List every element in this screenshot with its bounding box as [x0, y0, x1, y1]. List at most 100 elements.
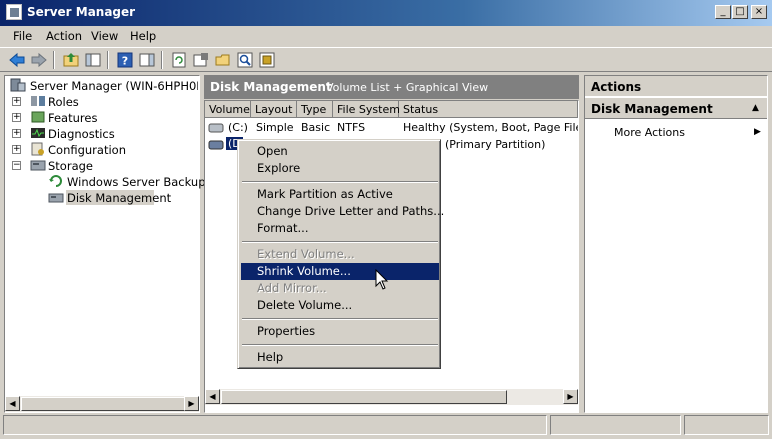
- server-manager-app-icon: [6, 4, 22, 20]
- collapse-arrow-icon[interactable]: ▲: [752, 103, 759, 113]
- window-title: Server Manager: [27, 5, 136, 19]
- drive-icon: [208, 140, 224, 150]
- center-header: Disk Management Volume List + Graphical …: [204, 75, 579, 99]
- storage-icon: [30, 160, 46, 171]
- open-folder-icon[interactable]: [214, 51, 232, 69]
- toolbar: ?: [0, 47, 772, 72]
- actions-header: Actions: [585, 76, 767, 96]
- up-folder-icon[interactable]: [62, 51, 80, 69]
- layout-cell: Simple: [256, 121, 294, 134]
- menu-separator: [242, 181, 438, 183]
- menu-item-explore[interactable]: Explore: [241, 160, 439, 177]
- refresh-icon[interactable]: [170, 51, 188, 69]
- menu-item-add-mirror[interactable]: Add Mirror...: [241, 280, 439, 297]
- menu-action[interactable]: Action: [46, 29, 82, 43]
- show-hide-tree-icon[interactable]: [84, 51, 102, 69]
- status-cell-main: [3, 415, 547, 435]
- actions-pane: Actions Disk Management ▲ More Actions ▶: [584, 75, 768, 413]
- center-title: Disk Management: [210, 80, 332, 94]
- status-cell-secondary: [550, 415, 681, 435]
- tree-item-features[interactable]: Features: [48, 111, 97, 125]
- roles-icon: [31, 96, 45, 106]
- volume-cell: (C:): [228, 121, 248, 134]
- column-header-file-system[interactable]: File System: [333, 101, 400, 118]
- submenu-arrow-icon: ▶: [754, 127, 761, 137]
- disk-management-icon: [48, 193, 64, 203]
- menu-item-open[interactable]: Open: [241, 143, 439, 160]
- scroll-right-button[interactable]: ▶: [184, 396, 199, 411]
- scroll-left-button[interactable]: ◀: [5, 396, 20, 411]
- type-cell: Basic: [301, 121, 331, 134]
- column-header-status[interactable]: Status: [399, 101, 578, 118]
- tree-item-roles[interactable]: Roles: [48, 95, 79, 109]
- menu-item-properties[interactable]: Properties: [241, 323, 439, 340]
- toolbar-separator: [161, 51, 163, 69]
- expander-storage[interactable]: −: [12, 161, 21, 170]
- center-subtitle: Volume List + Graphical View: [326, 81, 489, 94]
- expander-configuration[interactable]: +: [12, 145, 21, 154]
- drive-icon: [208, 123, 224, 133]
- help-icon[interactable]: ?: [116, 51, 134, 69]
- menu-file[interactable]: File: [13, 29, 32, 43]
- column-header-type[interactable]: Type: [297, 101, 333, 118]
- toolbar-separator: [107, 51, 109, 69]
- configuration-icon: [31, 142, 44, 156]
- menu-item-change-drive-letter[interactable]: Change Drive Letter and Paths...: [241, 203, 444, 220]
- column-header-layout[interactable]: Layout: [251, 101, 297, 118]
- actions-section-header[interactable]: Disk Management ▲: [585, 97, 767, 119]
- expander-diagnostics[interactable]: +: [12, 129, 21, 138]
- title-bar[interactable]: Server Manager _ □ ×: [0, 0, 772, 26]
- scroll-thumb[interactable]: [221, 390, 507, 404]
- actions-section-title: Disk Management: [591, 102, 713, 116]
- search-icon[interactable]: [236, 51, 254, 69]
- scroll-left-button[interactable]: ◀: [205, 389, 220, 404]
- menu-item-mark-partition-active[interactable]: Mark Partition as Active: [241, 186, 439, 203]
- tree-item-storage[interactable]: Storage: [48, 159, 93, 173]
- minimize-button[interactable]: _: [715, 5, 731, 19]
- tree-item-configuration[interactable]: Configuration: [48, 143, 126, 157]
- tree-item-diagnostics[interactable]: Diagnostics: [48, 127, 115, 141]
- tree-item-disk-management[interactable]: Disk Management: [67, 191, 171, 205]
- properties-icon[interactable]: [192, 51, 210, 69]
- back-icon[interactable]: [8, 51, 26, 69]
- context-menu: Open Explore Mark Partition as Active Ch…: [237, 139, 444, 369]
- menu-help[interactable]: Help: [130, 29, 156, 43]
- column-header-volume[interactable]: Volume: [205, 101, 251, 118]
- features-icon: [31, 111, 45, 123]
- status-cell-tertiary: [684, 415, 769, 435]
- show-hide-action-pane-icon[interactable]: [138, 51, 156, 69]
- settings-icon[interactable]: [258, 51, 276, 69]
- diagnostics-icon: [31, 128, 45, 138]
- menu-item-format[interactable]: Format...: [241, 220, 439, 237]
- table-row[interactable]: (C:) Simple Basic NTFS Healthy (System, …: [205, 120, 578, 136]
- forward-icon[interactable]: [30, 51, 48, 69]
- menu-separator: [242, 241, 438, 243]
- expander-features[interactable]: +: [12, 113, 21, 122]
- scroll-right-button[interactable]: ▶: [563, 389, 578, 404]
- tree-horizontal-scrollbar[interactable]: ◀ ▶: [5, 396, 199, 412]
- menu-item-extend-volume[interactable]: Extend Volume...: [241, 246, 439, 263]
- volume-list-horizontal-scrollbar[interactable]: ◀ ▶: [205, 389, 578, 405]
- menu-separator: [242, 318, 438, 320]
- file-system-cell: NTFS: [337, 121, 366, 134]
- tree-item-windows-server-backup[interactable]: Windows Server Backup: [67, 175, 206, 189]
- expander-roles[interactable]: +: [12, 97, 21, 106]
- status-cell: (Primary Partition): [445, 138, 546, 151]
- server-manager-icon: [10, 78, 26, 92]
- action-more-actions[interactable]: More Actions: [614, 126, 685, 139]
- toolbar-separator: [53, 51, 55, 69]
- status-cell: Healthy (System, Boot, Page File, Ac: [403, 121, 578, 134]
- menu-item-help[interactable]: Help: [241, 349, 439, 366]
- tree-root-server-manager[interactable]: Server Manager (WIN-6HPH0F5GN: [30, 79, 198, 93]
- menu-bar: File Action View Help: [0, 26, 772, 46]
- svg-text:?: ?: [122, 55, 128, 68]
- mouse-cursor-icon: [375, 269, 389, 290]
- maximize-button[interactable]: □: [732, 5, 748, 19]
- windows-server-backup-icon: [49, 175, 62, 187]
- menu-separator: [242, 344, 438, 346]
- close-button[interactable]: ×: [751, 5, 767, 19]
- menu-view[interactable]: View: [91, 29, 118, 43]
- menu-item-shrink-volume[interactable]: Shrink Volume...: [241, 263, 439, 280]
- menu-item-delete-volume[interactable]: Delete Volume...: [241, 297, 439, 314]
- scroll-thumb[interactable]: [21, 397, 185, 411]
